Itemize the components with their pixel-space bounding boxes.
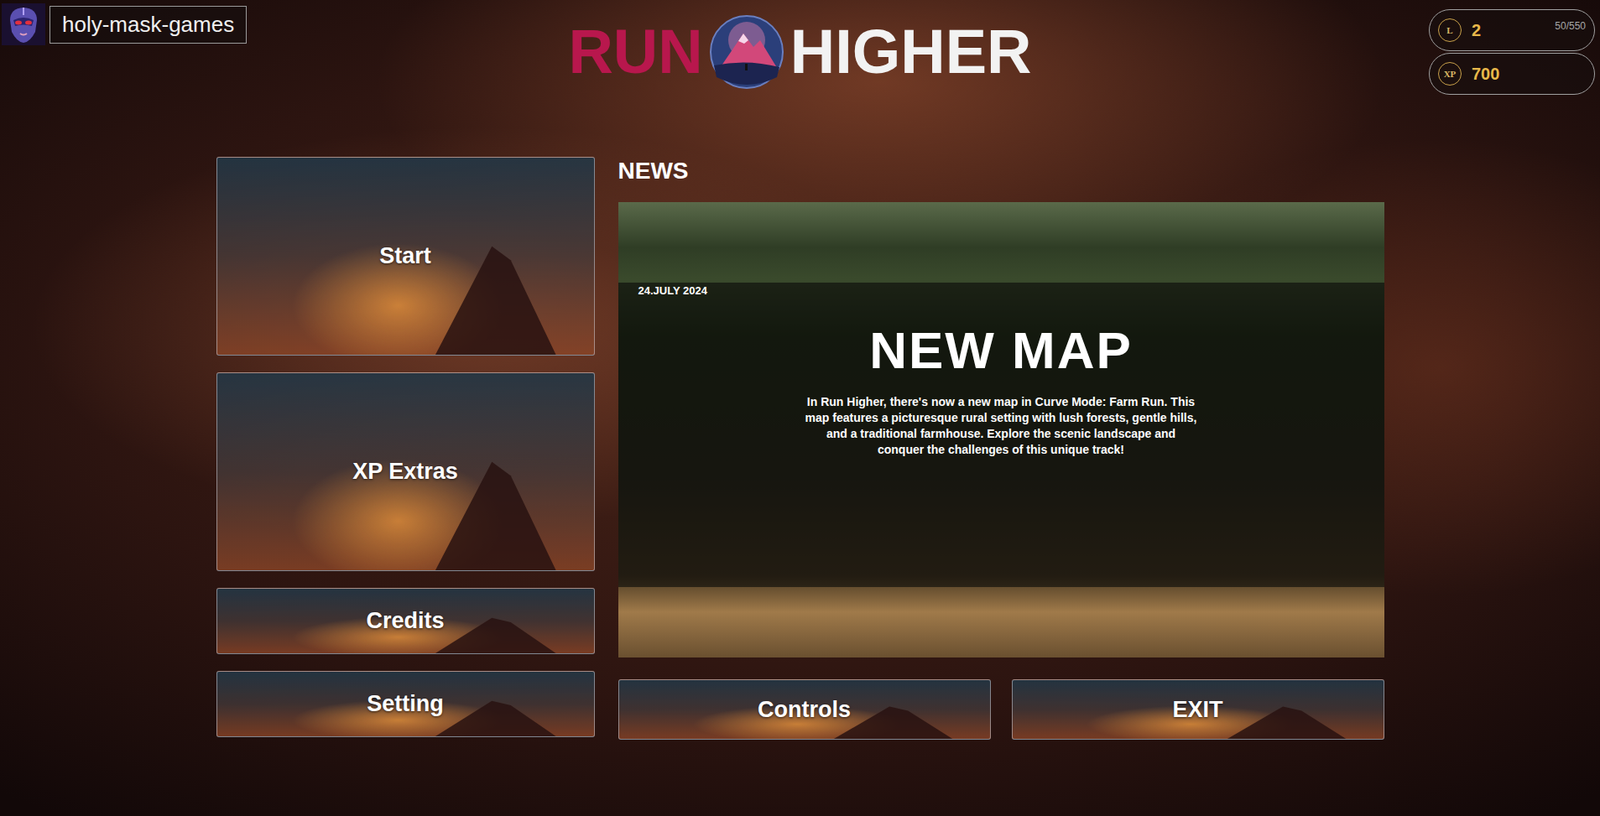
news-card[interactable]: 24.JULY 2024 NEW MAP In Run Higher, ther… <box>618 202 1385 658</box>
title-higher: HIGHER <box>790 20 1032 84</box>
username: holy-mask-games <box>49 5 247 44</box>
news-overlay: 24.JULY 2024 NEW MAP In Run Higher, ther… <box>618 282 1385 588</box>
stat-badge-icon: XP <box>1438 62 1462 86</box>
user-profile[interactable]: holy-mask-games <box>0 0 569 46</box>
stat-progress: 50/550 <box>1554 15 1586 32</box>
action-button[interactable]: Controls <box>618 679 991 741</box>
stat-value: 700 <box>1471 64 1500 84</box>
mask-avatar-icon <box>1 3 46 46</box>
stat-badge-icon: L <box>1438 18 1462 42</box>
player-stats: L 2 50/550XP 700 <box>1428 0 1600 95</box>
header: holy-mask-games RUN HIGHER L 2 50/550XP … <box>0 0 1600 95</box>
game-title: RUN HIGHER <box>568 0 1032 89</box>
stat-pill: XP 700 <box>1428 52 1595 95</box>
stat-value: 2 <box>1471 20 1481 41</box>
menu: StartXP Extras Credits Setting <box>216 156 595 741</box>
content: StartXP Extras Credits Setting NEWS 24.JUL… <box>0 94 1600 741</box>
news-body: In Run Higher, there's now a new map in … <box>803 394 1199 459</box>
news-date: 24.JULY 2024 <box>638 282 708 298</box>
news-title: NEW MAP <box>869 322 1133 380</box>
menu-button[interactable]: Credits <box>216 588 595 655</box>
action-button[interactable]: EXIT <box>1011 679 1385 741</box>
menu-button[interactable]: Setting <box>216 671 595 738</box>
mountain-logo-icon <box>709 15 784 89</box>
stat-pill: L 2 50/550 <box>1428 9 1595 52</box>
news-section: NEWS 24.JULY 2024 NEW MAP In Run Higher,… <box>618 156 1385 741</box>
main-menu: holy-mask-games RUN HIGHER L 2 50/550XP … <box>0 0 1600 816</box>
title-run: RUN <box>568 20 703 84</box>
action-row: Controls EXIT <box>618 679 1385 741</box>
menu-button[interactable]: Start <box>216 156 595 356</box>
menu-button[interactable]: XP Extras <box>216 372 595 572</box>
news-heading: NEWS <box>618 156 1385 203</box>
